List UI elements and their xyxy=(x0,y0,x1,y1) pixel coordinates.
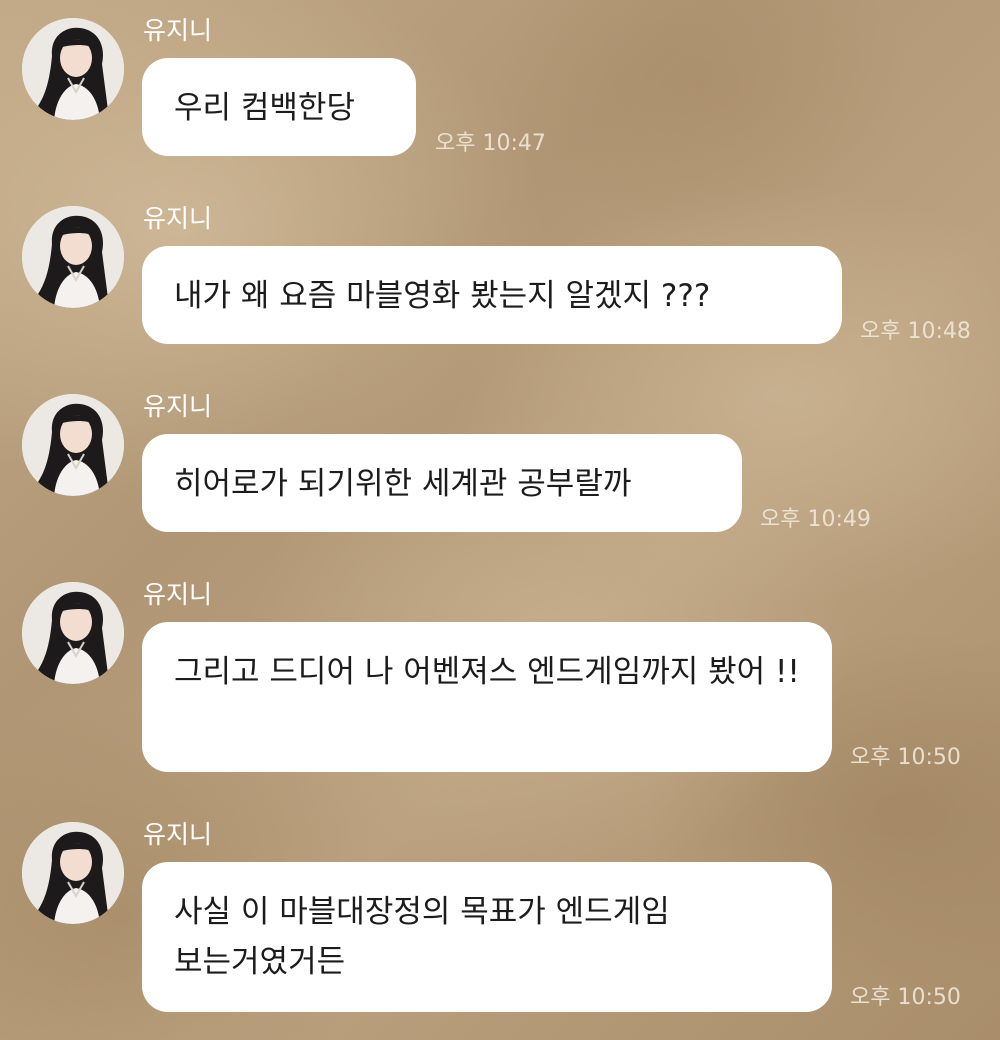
profile-photo-icon xyxy=(22,18,124,120)
chat-area: 유지니 우리 컴백한당 오후 10:47 유지니 내가 왜 요즘 마블영화 봤는… xyxy=(0,0,1000,1040)
message-bubble[interactable]: 내가 왜 요즘 마블영화 봤는지 알겠지 ??? xyxy=(142,246,842,344)
sender-name: 유지니 xyxy=(143,204,213,233)
profile-photo-icon xyxy=(22,394,124,496)
message-bubble[interactable]: 우리 컴백한당 xyxy=(142,58,416,156)
sender-name: 유지니 xyxy=(143,392,213,421)
message-row: 유지니 사실 이 마블대장정의 목표가 엔드게임 보는거였거든 오후 10:50 xyxy=(0,820,1000,1015)
message-row: 유지니 우리 컴백한당 오후 10:47 xyxy=(0,16,1000,161)
profile-photo-icon xyxy=(22,582,124,684)
message-bubble[interactable]: 히어로가 되기위한 세계관 공부랄까 xyxy=(142,434,742,532)
message-time: 오후 10:50 xyxy=(850,985,961,1010)
message-time: 오후 10:47 xyxy=(435,131,546,156)
avatar[interactable] xyxy=(22,822,124,924)
message-row: 유지니 내가 왜 요즘 마블영화 봤는지 알겠지 ??? 오후 10:48 xyxy=(0,204,1000,349)
avatar[interactable] xyxy=(22,206,124,308)
message-row: 유지니 그리고 드디어 나 어벤져스 엔드게임까지 봤어 !! 오후 10:50 xyxy=(0,580,1000,775)
profile-photo-icon xyxy=(22,206,124,308)
avatar[interactable] xyxy=(22,582,124,684)
message-bubble[interactable]: 사실 이 마블대장정의 목표가 엔드게임 보는거였거든 xyxy=(142,862,832,1012)
sender-name: 유지니 xyxy=(143,580,213,609)
profile-photo-icon xyxy=(22,822,124,924)
sender-name: 유지니 xyxy=(143,16,213,45)
message-time: 오후 10:50 xyxy=(850,745,961,770)
message-time: 오후 10:48 xyxy=(860,319,971,344)
sender-name: 유지니 xyxy=(143,820,213,849)
avatar[interactable] xyxy=(22,394,124,496)
message-bubble[interactable]: 그리고 드디어 나 어벤져스 엔드게임까지 봤어 !! xyxy=(142,622,832,772)
message-row: 유지니 히어로가 되기위한 세계관 공부랄까 오후 10:49 xyxy=(0,392,1000,537)
avatar[interactable] xyxy=(22,18,124,120)
message-time: 오후 10:49 xyxy=(760,507,871,532)
